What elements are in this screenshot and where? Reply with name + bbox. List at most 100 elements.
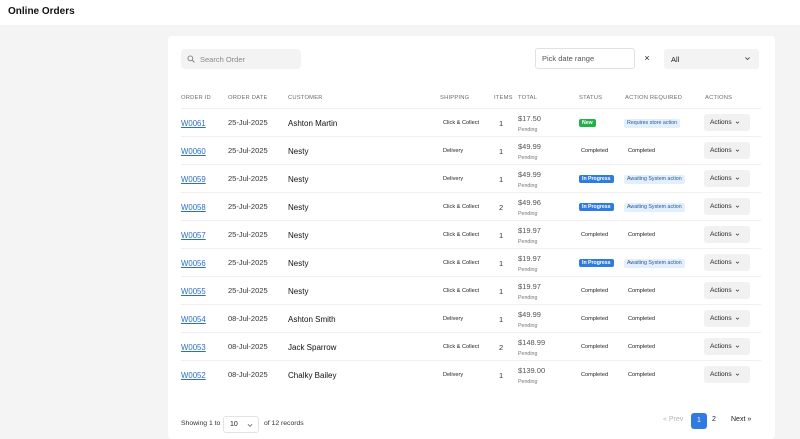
actions-dropdown-button[interactable]: Actions: [704, 366, 750, 383]
next-page-button[interactable]: Next »: [731, 416, 751, 423]
actions-label: Actions: [710, 287, 732, 294]
actions-label: Actions: [710, 203, 732, 210]
table-row: W0053 08-Jul-2025 Jack Sparrow Click & Coll…: [181, 332, 761, 360]
order-total: $17.50: [518, 114, 541, 123]
status-text: Completed: [581, 232, 609, 238]
orders-card: × All ORDER ID ORDER DATE CUSTOMER SHIPP…: [168, 36, 775, 439]
page-title: Online Orders: [8, 6, 75, 17]
shipping-method: Click & Collect: [443, 288, 480, 294]
action-required-text: Completed: [628, 316, 656, 322]
order-id-link[interactable]: W0057: [181, 231, 206, 240]
chevron-down-icon: [735, 121, 739, 124]
order-id-link[interactable]: W0060: [181, 147, 206, 156]
action-required-text: Completed: [628, 232, 656, 238]
action-required-badge: Awaiting System action: [624, 175, 685, 184]
status-text: Completed: [581, 148, 609, 154]
order-id-link[interactable]: W0053: [181, 343, 206, 352]
payment-status: Pending: [518, 127, 538, 133]
table-row: W0058 25-Jul-2025 Nesty Click & Collect 2 $49…: [181, 192, 761, 220]
actions-dropdown-button[interactable]: Actions: [704, 114, 750, 131]
actions-dropdown-button[interactable]: Actions: [704, 226, 750, 243]
chevron-down-icon: [735, 205, 739, 208]
actions-dropdown-button[interactable]: Actions: [704, 310, 750, 327]
actions-dropdown-button[interactable]: Actions: [704, 282, 750, 299]
table-row: W0052 08-Jul-2025 Chalky Bailey Delivery 1 $1…: [181, 360, 761, 388]
chevron-down-icon: [247, 424, 253, 427]
order-id-link[interactable]: W0055: [181, 287, 206, 296]
date-range-input[interactable]: [542, 54, 630, 63]
header-action-required: ACTION REQUIRED: [625, 95, 683, 101]
status-badge: In Progress: [579, 203, 614, 211]
status-text: Completed: [581, 316, 609, 322]
status-filter-select[interactable]: All: [664, 49, 759, 69]
per-page-select[interactable]: 10: [223, 416, 259, 433]
order-date: 08-Jul-2025: [228, 342, 268, 351]
order-id-link[interactable]: W0059: [181, 175, 206, 184]
payment-status: Pending: [518, 295, 538, 301]
customer-name: Nesty: [288, 147, 309, 156]
actions-dropdown-button[interactable]: Actions: [704, 338, 750, 355]
search-box[interactable]: [181, 49, 301, 69]
actions-dropdown-button[interactable]: Actions: [704, 170, 750, 187]
customer-name: Nesty: [288, 259, 309, 268]
chevron-down-icon: [735, 345, 739, 348]
action-required-text: Completed: [628, 344, 656, 350]
order-id-link[interactable]: W0052: [181, 371, 206, 380]
item-count: 1: [499, 231, 504, 240]
actions-dropdown-button[interactable]: Actions: [704, 254, 750, 271]
payment-status: Pending: [518, 351, 538, 357]
order-total: $49.99: [518, 310, 541, 319]
order-total: $19.97: [518, 282, 541, 291]
order-id-link[interactable]: W0054: [181, 315, 206, 324]
action-required-text: Completed: [628, 148, 656, 154]
order-id-link[interactable]: W0058: [181, 203, 206, 212]
clear-date-button[interactable]: ×: [641, 51, 653, 65]
customer-name: Nesty: [288, 175, 309, 184]
actions-dropdown-button[interactable]: Actions: [704, 198, 750, 215]
action-required-badge: Awaiting System action: [624, 203, 685, 212]
table-row: W0060 25-Jul-2025 Nesty Delivery 1 $49.99 Pend…: [181, 136, 761, 164]
header-total: TOTAL: [518, 95, 538, 101]
header-order-id: ORDER ID: [181, 95, 211, 101]
shipping-method: Click & Collect: [443, 344, 480, 350]
page-2-button[interactable]: 2: [712, 416, 716, 423]
order-id-link[interactable]: W0061: [181, 119, 206, 128]
status-text: Completed: [581, 344, 609, 350]
actions-dropdown-button[interactable]: Actions: [704, 142, 750, 159]
item-count: 2: [499, 343, 504, 352]
order-date: 25-Jul-2025: [228, 230, 268, 239]
table-row: W0059 25-Jul-2025 Nesty Delivery 1 $49.99 Pend…: [181, 164, 761, 192]
order-total: $49.99: [518, 170, 541, 179]
actions-label: Actions: [710, 119, 732, 126]
actions-label: Actions: [710, 175, 732, 182]
prev-page-button[interactable]: « Prev: [663, 416, 683, 423]
payment-status: Pending: [518, 323, 538, 329]
table-row: W0061 25-Jul-2025 Ashton Martin Click & Col…: [181, 108, 761, 136]
payment-status: Pending: [518, 155, 538, 161]
chevron-down-icon: [735, 177, 739, 180]
item-count: 1: [499, 315, 504, 324]
payment-status: Pending: [518, 211, 538, 217]
per-page-value: 10: [230, 421, 238, 428]
page-1-button[interactable]: 1: [691, 413, 707, 429]
date-range-picker[interactable]: [535, 48, 635, 69]
customer-name: Ashton Martin: [288, 119, 338, 128]
shipping-method: Click & Collect: [443, 120, 480, 126]
chevron-down-icon: [735, 289, 739, 292]
order-date: 08-Jul-2025: [228, 314, 268, 323]
action-required-text: Completed: [628, 288, 656, 294]
order-date: 25-Jul-2025: [228, 202, 268, 211]
status-badge: New: [579, 119, 596, 127]
order-date: 25-Jul-2025: [228, 258, 268, 267]
customer-name: Nesty: [288, 287, 309, 296]
status-text: Completed: [581, 372, 609, 378]
header-customer: CUSTOMER: [288, 95, 323, 101]
search-icon: [187, 55, 195, 63]
payment-status: Pending: [518, 183, 538, 189]
customer-name: Ashton Smith: [288, 315, 336, 324]
order-date: 25-Jul-2025: [228, 118, 268, 127]
showing-prefix: Showing 1 to: [181, 420, 221, 427]
order-id-link[interactable]: W0056: [181, 259, 206, 268]
header-items: ITEMS: [494, 95, 513, 101]
search-input[interactable]: [200, 54, 295, 64]
